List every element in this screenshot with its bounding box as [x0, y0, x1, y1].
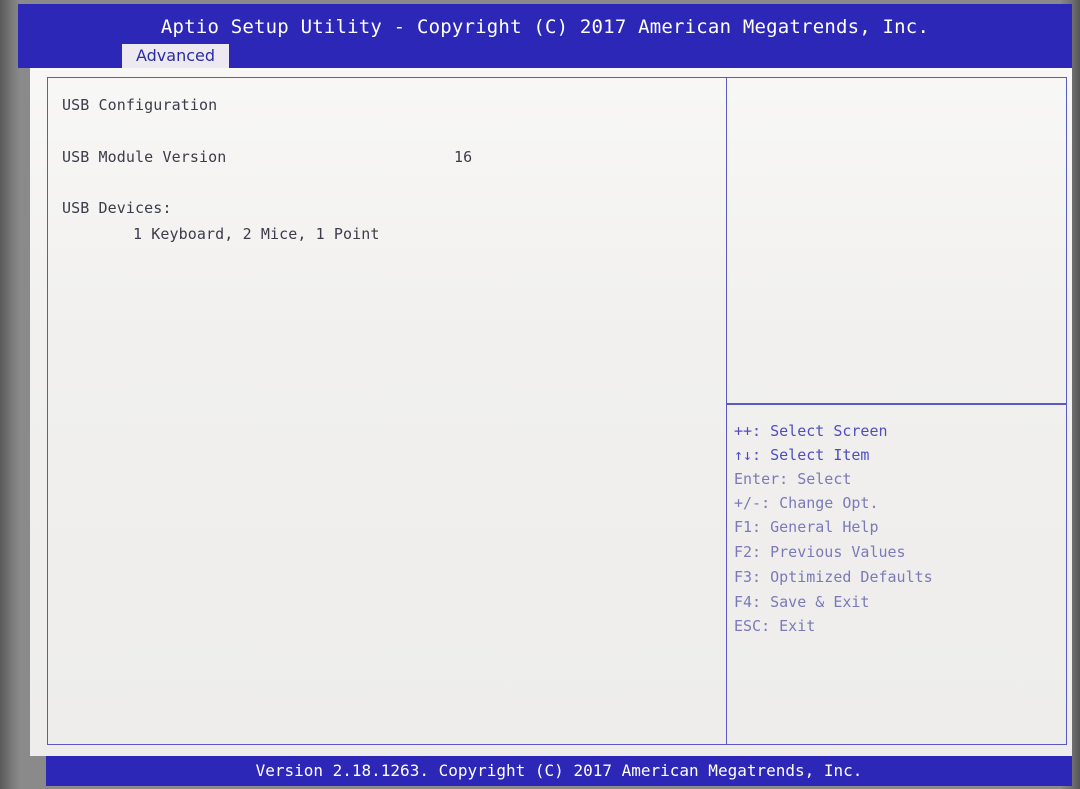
help-esc-exit: ESC: Exit: [734, 617, 816, 635]
help-panel: [727, 77, 1067, 745]
footer-text: Version 2.18.1263. Copyright (C) 2017 Am…: [255, 761, 863, 780]
help-enter-select: Enter: Select: [734, 470, 852, 488]
help-select-screen: ++: Select Screen: [734, 422, 888, 440]
usb-module-version-label[interactable]: USB Module Version: [62, 148, 226, 166]
main-panel: [47, 77, 727, 745]
tab-advanced[interactable]: Advanced: [122, 44, 229, 68]
help-save-exit: F4: Save & Exit: [734, 593, 870, 611]
help-general-help: F1: General Help: [734, 518, 879, 536]
usb-devices-label[interactable]: USB Devices:: [62, 199, 172, 217]
header-title: Aptio Setup Utility - Copyright (C) 2017…: [160, 16, 930, 38]
footer-bar: Version 2.18.1263. Copyright (C) 2017 Am…: [46, 756, 1072, 786]
bios-screen: Aptio Setup Utility - Copyright (C) 2017…: [0, 0, 1080, 789]
help-optimized-defaults: F3: Optimized Defaults: [734, 568, 933, 586]
usb-module-version-value: 16: [454, 148, 473, 166]
section-title: USB Configuration: [62, 96, 218, 114]
help-panel-divider: [727, 403, 1067, 405]
help-select-item: ↑↓: Select Item: [734, 446, 870, 464]
help-previous-values: F2: Previous Values: [734, 543, 906, 561]
usb-devices-value: 1 Keyboard, 2 Mice, 1 Point: [133, 225, 380, 243]
help-change-opt: +/-: Change Opt.: [734, 494, 879, 512]
